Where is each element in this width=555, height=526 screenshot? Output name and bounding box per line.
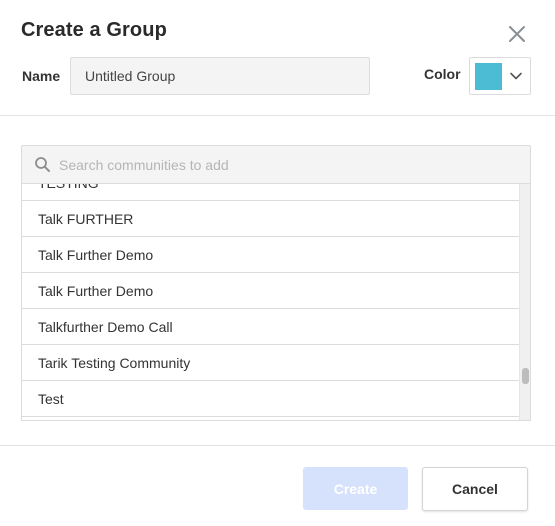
group-name-input[interactable] xyxy=(70,57,370,95)
list-item[interactable]: Talk Further Demo xyxy=(22,273,520,309)
close-button[interactable] xyxy=(505,22,529,46)
list-item[interactable]: Talk Further Demo xyxy=(22,237,520,273)
community-list: TESTING Talk FURTHER Talk Further Demo Talk… xyxy=(21,183,531,421)
community-search xyxy=(21,145,531,183)
list-item[interactable]: Tarik Testing Community xyxy=(22,345,520,381)
search-input[interactable] xyxy=(59,146,519,183)
color-picker-dropdown[interactable] xyxy=(469,57,531,95)
close-icon xyxy=(509,26,525,42)
list-item[interactable]: Talkfurther Demo Call xyxy=(22,309,520,345)
list-item[interactable]: TESTING xyxy=(22,184,520,201)
name-label: Name xyxy=(22,68,61,84)
create-button[interactable]: Create xyxy=(303,467,408,510)
create-group-dialog: Create a Group Name Color TESTINGTalk FU… xyxy=(0,0,555,526)
list-item[interactable]: Test xyxy=(22,381,520,417)
list-scrollbar[interactable] xyxy=(519,184,530,420)
scrollbar-thumb[interactable] xyxy=(522,368,529,384)
search-icon xyxy=(35,157,50,172)
color-swatch xyxy=(475,63,502,90)
color-label: Color xyxy=(424,66,461,82)
dialog-title: Create a Group xyxy=(21,19,167,41)
cancel-button[interactable]: Cancel xyxy=(422,467,528,511)
list-item[interactable]: Talk FURTHER xyxy=(22,201,520,237)
chevron-down-icon xyxy=(510,72,522,80)
list-item[interactable] xyxy=(22,417,520,420)
header-divider xyxy=(0,115,555,116)
footer-divider xyxy=(0,445,555,446)
community-list-items: TESTING Talk FURTHER Talk Further Demo Talk… xyxy=(22,184,520,420)
